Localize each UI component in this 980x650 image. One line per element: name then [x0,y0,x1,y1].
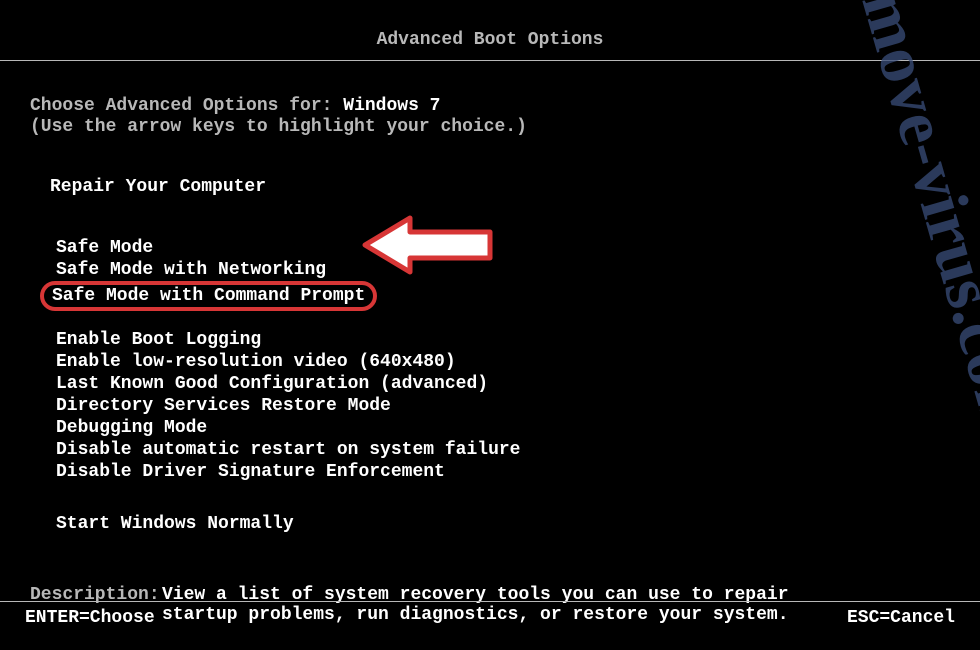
menu-item-debugging[interactable]: Debugging Mode [50,417,213,439]
hint-esc: ESC=Cancel [847,608,955,628]
menu-item-start-normally[interactable]: Start Windows Normally [50,513,300,535]
menu-item-disable-restart[interactable]: Disable automatic restart on system fail… [50,439,526,461]
divider-top [0,60,980,61]
menu-item-low-res[interactable]: Enable low-resolution video (640x480) [50,351,462,373]
screen-title: Advanced Boot Options [377,30,604,50]
menu-item-safe-mode-cmd[interactable]: Safe Mode with Command Prompt [40,281,377,311]
footer-bar: ENTER=Choose ESC=Cancel [0,601,980,628]
arrow-icon [360,210,500,280]
menu-item-last-known-good[interactable]: Last Known Good Configuration (advanced) [50,373,494,395]
prompt-prefix: Choose Advanced Options for: [30,96,343,116]
menu-item-safe-mode-networking[interactable]: Safe Mode with Networking [50,259,332,281]
hint-enter: ENTER=Choose [25,608,155,628]
title-bar: Advanced Boot Options [0,0,980,50]
menu-item-safe-mode[interactable]: Safe Mode [50,237,159,259]
menu-item-boot-logging[interactable]: Enable Boot Logging [50,329,267,351]
menu-item-directory-services[interactable]: Directory Services Restore Mode [50,395,397,417]
menu-item-repair[interactable]: Repair Your Computer [50,177,950,197]
os-name: Windows 7 [343,96,440,116]
menu-item-disable-sig[interactable]: Disable Driver Signature Enforcement [50,461,451,483]
prompt-hint: (Use the arrow keys to highlight your ch… [30,117,950,137]
prompt-line: Choose Advanced Options for: Windows 7 [30,96,950,116]
